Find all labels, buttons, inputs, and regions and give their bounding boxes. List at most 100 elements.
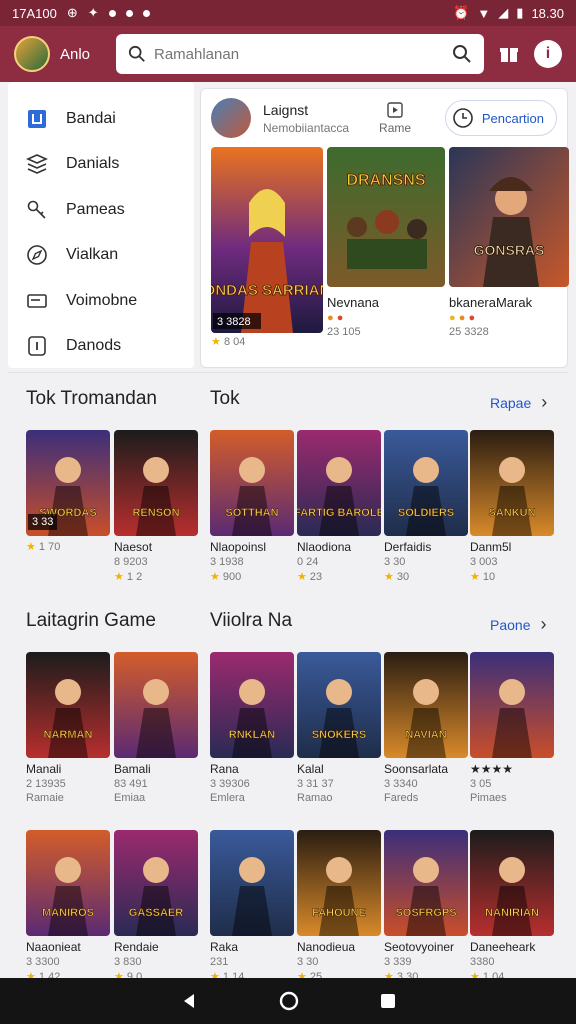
card-code: 3 3828: [217, 316, 251, 328]
game-art-title: SOTTHAN: [225, 507, 278, 519]
chevron-right-icon: ›: [541, 392, 548, 412]
chevron-right-icon: ›: [540, 614, 547, 634]
square-icon: [28, 109, 46, 128]
search-input[interactable]: [154, 45, 444, 63]
card-badges: ● ●: [327, 312, 344, 324]
game-art: SOSFRGPS: [384, 830, 468, 936]
game-meta: 8 9203: [114, 556, 148, 568]
game-art: NANIRIAN: [470, 830, 554, 936]
game-card[interactable]: ★★★★ 3 05 Pimaes: [470, 652, 554, 804]
game-art-title: RNKLAN: [229, 729, 275, 741]
game-card[interactable]: GASSAER Rendaie 3 830 ★ 9 0: [114, 830, 198, 983]
game-meta: 231: [210, 956, 229, 968]
game-title: Nlaodiona: [297, 540, 352, 554]
recents-icon[interactable]: [379, 992, 397, 1010]
game-card[interactable]: RNKLAN Rana 3 39306 Emlera: [210, 652, 294, 804]
game-art-title: SOLDIERS: [398, 507, 454, 519]
sidebar-item-pameas[interactable]: Pameas: [8, 187, 194, 233]
dot-icon: [108, 9, 116, 17]
game-art-title: SOSFRGPS: [395, 907, 456, 919]
game-art: GASSAER: [114, 830, 198, 936]
sidebar-item-voimobne[interactable]: Voimobne: [8, 278, 194, 324]
bug-icon: ✦: [87, 5, 99, 20]
game-card[interactable]: MANIROS Naaonieat 3 3300 ★ 1 42: [26, 830, 110, 983]
info-icon[interactable]: i: [534, 40, 562, 68]
game-rating-value: 900: [222, 571, 242, 583]
game-meta: 3 39306: [210, 778, 250, 790]
featured-rank[interactable]: Rame: [379, 101, 411, 135]
game-title: Naaonieat: [26, 940, 81, 954]
system-nav-bar: [0, 978, 576, 1024]
card-overlay-code: 3 33: [28, 514, 58, 530]
section-subtitle: Viiolra Na: [210, 610, 293, 631]
game-card[interactable]: SWORDAS ★ 1 70 3 33: [26, 430, 110, 553]
game-card[interactable]: NAVIAN Soonsarlata 3 3340 Fareds: [384, 652, 468, 804]
game-card[interactable]: Bamali 83 491 Emiaa: [114, 652, 198, 804]
game-meta: 3 830: [114, 956, 142, 968]
game-card[interactable]: NANIRIAN Daneeheark 3380 ★ 1 04: [470, 830, 554, 983]
game-category: Emiaa: [114, 792, 146, 804]
key-icon: [27, 200, 46, 219]
game-card[interactable]: SOLDIERS Derfaidis 3 30 ★ 30: [384, 430, 468, 583]
see-more-link[interactable]: Rapae ›: [490, 392, 547, 413]
sidebar-item-vialkan[interactable]: Vialkan: [8, 233, 194, 279]
card-rating: ★ 8 04: [211, 335, 323, 348]
back-icon[interactable]: [179, 991, 199, 1011]
search-icon[interactable]: [452, 44, 472, 64]
game-art-title: NANIRIAN: [485, 907, 539, 919]
battery-icon: ▮: [516, 5, 524, 20]
game-meta: 3 339: [384, 956, 412, 968]
game-card[interactable]: SOTTHAN Nlaopoinsl 3 1938 ★ 900: [210, 430, 294, 583]
game-meta: 3 30: [384, 556, 406, 568]
game-card[interactable]: FAHOUNE Nanodieua 3 30 ★ 25: [297, 830, 381, 983]
game-art: RNKLAN: [210, 652, 294, 758]
game-art-title: SANKUN: [488, 507, 535, 519]
dot-icon: [142, 9, 150, 17]
game-meta: 3 30: [297, 956, 319, 968]
featured-card[interactable]: GONSRAS bkaneraMarak ● ● ● 25 3328: [449, 147, 569, 348]
card-badges: ● ● ●: [449, 312, 476, 324]
section-title: Laitagrin Game: [26, 610, 156, 631]
sidebar-item-label: Pameas: [66, 200, 125, 218]
game-art-title: RENSON: [132, 507, 179, 519]
see-more-link[interactable]: Paone ›: [490, 614, 546, 635]
pencartion-button[interactable]: Pencartion: [444, 100, 557, 136]
game-card[interactable]: Raka 231 ★ 1 14: [210, 830, 294, 983]
game-card[interactable]: SOSFRGPS Seotovyoiner 3 339 ★ 3 30: [384, 830, 468, 983]
user-avatar[interactable]: [14, 36, 50, 72]
game-card[interactable]: FARTIG BAROLE Nlaodiona 0 24 ★ 23: [297, 430, 381, 583]
game-card[interactable]: NARMAN Manali 2 13935 Ramaie: [26, 652, 110, 804]
game-art: FAHOUNE: [297, 830, 381, 936]
game-art: SOTTHAN: [210, 430, 294, 536]
game-card[interactable]: SNOKERS Kalal 3 31 37 Ramao: [297, 652, 381, 804]
featured-avatar: [211, 98, 251, 138]
game-art-title: GONSRAS: [474, 242, 545, 258]
game-card[interactable]: RENSON Naesot 8 9203 ★ 1 2: [114, 430, 198, 583]
card-rating-value: 8 04: [223, 336, 246, 348]
signal-icon: ◢: [498, 5, 509, 20]
game-card[interactable]: SANKUN Danm5l 3 003 ★ 10: [470, 430, 554, 583]
game-meta: 3 31 37: [297, 778, 334, 790]
search-icon: [128, 45, 145, 62]
game-art: GONSRAS: [449, 147, 569, 287]
sidebar-item-bandai[interactable]: Bandai: [8, 96, 194, 142]
game-title: Soonsarlata: [384, 762, 449, 776]
game-art-title: SONDAS SARRIANS: [211, 282, 323, 299]
sidebar-item-danods[interactable]: Danods: [8, 324, 194, 370]
game-art-title: MANIROS: [42, 907, 94, 919]
gift-icon[interactable]: [494, 39, 524, 69]
home-icon[interactable]: [278, 990, 300, 1012]
search-bar[interactable]: [116, 34, 484, 74]
game-art: SONDAS SARRIANS 3 3828: [211, 147, 323, 333]
see-more-label: Rapae: [490, 394, 532, 411]
notification-icon: ⊕: [66, 5, 78, 20]
game-title: Kalal: [297, 762, 324, 776]
sidebar-item-label: Bandai: [66, 109, 116, 127]
sidebar-item-danials[interactable]: Danials: [8, 142, 194, 188]
game-art: RENSON: [114, 430, 198, 536]
featured-card[interactable]: SONDAS SARRIANS 3 3828 ★ 8 04: [211, 147, 323, 348]
game-title: Raka: [210, 940, 239, 954]
game-category: Pimaes: [470, 792, 507, 804]
star-icon: ★: [384, 571, 397, 583]
featured-card[interactable]: DRANSNS Nevnana ● ● 23 105: [327, 147, 445, 348]
